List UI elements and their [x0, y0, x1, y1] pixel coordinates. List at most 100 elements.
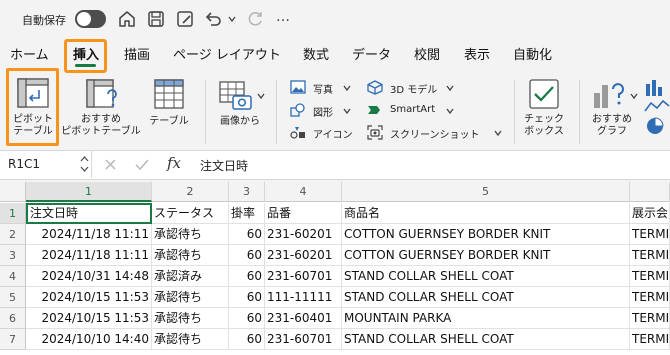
cell[interactable]: 60	[229, 329, 265, 350]
pictures-button[interactable]: 写真	[313, 81, 333, 96]
cell[interactable]: 231-60401	[265, 308, 342, 329]
cell[interactable]: 承認済み	[152, 266, 229, 287]
image-from-dropdown-chevron-icon[interactable]	[257, 92, 265, 100]
icons-button[interactable]: アイコン	[313, 126, 353, 141]
image-from-button[interactable]: 画像から	[212, 116, 268, 128]
cell[interactable]: 60	[229, 224, 265, 245]
cell[interactable]: 231-60701	[265, 329, 342, 350]
cell[interactable]: STAND COLLAR SHELL COAT	[342, 266, 630, 287]
redo-icon[interactable]	[245, 9, 265, 29]
row-header[interactable]: 5	[0, 287, 26, 308]
row-header[interactable]: 2	[0, 224, 26, 245]
cell[interactable]: 2024/10/10 14:40	[26, 329, 152, 350]
shapes-button[interactable]: 図形	[313, 104, 333, 119]
tab-formulas[interactable]: 数式	[303, 44, 329, 63]
cell[interactable]: 60	[229, 245, 265, 266]
save-as-edit-icon[interactable]	[175, 9, 195, 29]
formula-input[interactable]: 注文日時	[200, 157, 248, 174]
pictures-dropdown-chevron-icon[interactable]	[343, 84, 351, 92]
cell[interactable]: 60	[229, 308, 265, 329]
cell[interactable]: ステータス	[152, 203, 229, 224]
row-header[interactable]: 1	[0, 203, 26, 224]
pie-chart-icon[interactable]	[645, 117, 667, 135]
cell[interactable]: 60	[229, 287, 265, 308]
cell[interactable]: 111-11111	[265, 287, 342, 308]
cell[interactable]: 60	[229, 266, 265, 287]
cell[interactable]: 展示会	[630, 203, 670, 224]
pivot-table-button[interactable]: ピボット テーブル	[9, 114, 57, 138]
checkbox-button[interactable]: チェック ボックス	[518, 114, 570, 138]
recommended-charts-icon[interactable]	[592, 79, 628, 109]
row-header[interactable]: 4	[0, 266, 26, 287]
recommended-charts-dropdown-chevron-icon[interactable]	[630, 92, 638, 100]
column-header[interactable]: 4	[265, 182, 342, 202]
tab-page-layout[interactable]: ページ レイアウト	[173, 44, 281, 63]
cell[interactable]: MOUNTAIN PARKA	[342, 308, 630, 329]
insert-function-icon[interactable]: fx	[167, 154, 181, 172]
cell[interactable]: COTTON GUERNSEY BORDER KNIT	[342, 245, 630, 266]
more-options-icon[interactable]: …	[276, 9, 291, 25]
tab-view[interactable]: 表示	[464, 44, 490, 63]
autosave-toggle[interactable]	[75, 10, 106, 28]
cell[interactable]: 承認待ち	[152, 245, 229, 266]
cell[interactable]: 2024/10/31 14:48	[26, 266, 152, 287]
cell[interactable]: 商品名	[342, 203, 630, 224]
column-chart-icon[interactable]	[644, 78, 670, 96]
select-all-corner[interactable]	[0, 182, 26, 202]
cell[interactable]: 2024/10/15 11:53	[26, 308, 152, 329]
cell[interactable]: 231-60701	[265, 266, 342, 287]
smartart-icon[interactable]	[367, 103, 383, 117]
column-header[interactable]: 3	[229, 182, 265, 202]
cell[interactable]: 2024/11/18 11:11	[26, 245, 152, 266]
cell[interactable]: 掛率	[229, 203, 265, 224]
tab-review[interactable]: 校閲	[414, 44, 440, 63]
cell[interactable]: 承認待ち	[152, 329, 229, 350]
smartart-button[interactable]: SmartArt	[390, 104, 435, 115]
screenshot-icon[interactable]	[367, 125, 383, 140]
row-header[interactable]: 6	[0, 308, 26, 329]
3d-models-icon[interactable]	[367, 80, 383, 95]
cell[interactable]: TERMI	[630, 329, 670, 350]
cell[interactable]: 承認待ち	[152, 287, 229, 308]
image-from-icon[interactable]	[219, 81, 253, 111]
recommended-pivot-button[interactable]: おすすめ ピボットテーブル	[60, 114, 142, 138]
cell[interactable]: 承認待ち	[152, 308, 229, 329]
undo-dropdown-chevron-icon[interactable]	[228, 15, 236, 23]
checkbox-icon[interactable]	[529, 79, 559, 109]
column-header[interactable]: 5	[342, 182, 630, 202]
cell[interactable]: STAND COLLAR SHELL COAT	[342, 329, 630, 350]
column-header[interactable]: 2	[152, 182, 229, 202]
tab-draw[interactable]: 描画	[124, 44, 150, 63]
column-header[interactable]: 1	[26, 182, 152, 202]
tab-data[interactable]: データ	[352, 44, 391, 63]
cell[interactable]: 231-60201	[265, 245, 342, 266]
cell-selected[interactable]: 注文日時	[26, 203, 152, 224]
recommended-pivot-icon[interactable]	[86, 79, 120, 109]
pivot-table-icon[interactable]	[17, 78, 49, 108]
icons-icon[interactable]	[290, 125, 306, 139]
confirm-edit-icon[interactable]	[135, 158, 149, 171]
screenshot-button[interactable]: スクリーンショット	[390, 126, 480, 141]
tab-home[interactable]: ホーム	[10, 44, 49, 63]
cell[interactable]: STAND COLLAR SHELL COAT	[342, 287, 630, 308]
shapes-dropdown-chevron-icon[interactable]	[343, 107, 351, 115]
row-header[interactable]: 7	[0, 329, 26, 350]
cell[interactable]: TERMI	[630, 308, 670, 329]
undo-icon[interactable]	[203, 9, 223, 29]
cell[interactable]: TERMI	[630, 287, 670, 308]
table-button[interactable]: テーブル	[143, 116, 195, 128]
recommended-charts-button[interactable]: おすすめ グラフ	[586, 114, 638, 138]
pictures-icon[interactable]	[290, 80, 306, 94]
cell[interactable]: COTTON GUERNSEY BORDER KNIT	[342, 224, 630, 245]
3d-models-dropdown-chevron-icon[interactable]	[446, 84, 454, 92]
cell[interactable]: 2024/10/15 11:53	[26, 287, 152, 308]
cell[interactable]: TERMI	[630, 266, 670, 287]
tab-insert[interactable]: 挿入	[73, 44, 99, 63]
save-icon[interactable]	[146, 9, 166, 29]
screenshot-dropdown-chevron-icon[interactable]	[494, 129, 502, 137]
3d-models-button[interactable]: 3D モデル	[390, 81, 437, 96]
cell[interactable]: TERMI	[630, 224, 670, 245]
name-box-stepper-icon[interactable]	[80, 153, 89, 175]
smartart-dropdown-chevron-icon[interactable]	[446, 107, 454, 115]
cell[interactable]: 2024/11/18 11:11	[26, 224, 152, 245]
